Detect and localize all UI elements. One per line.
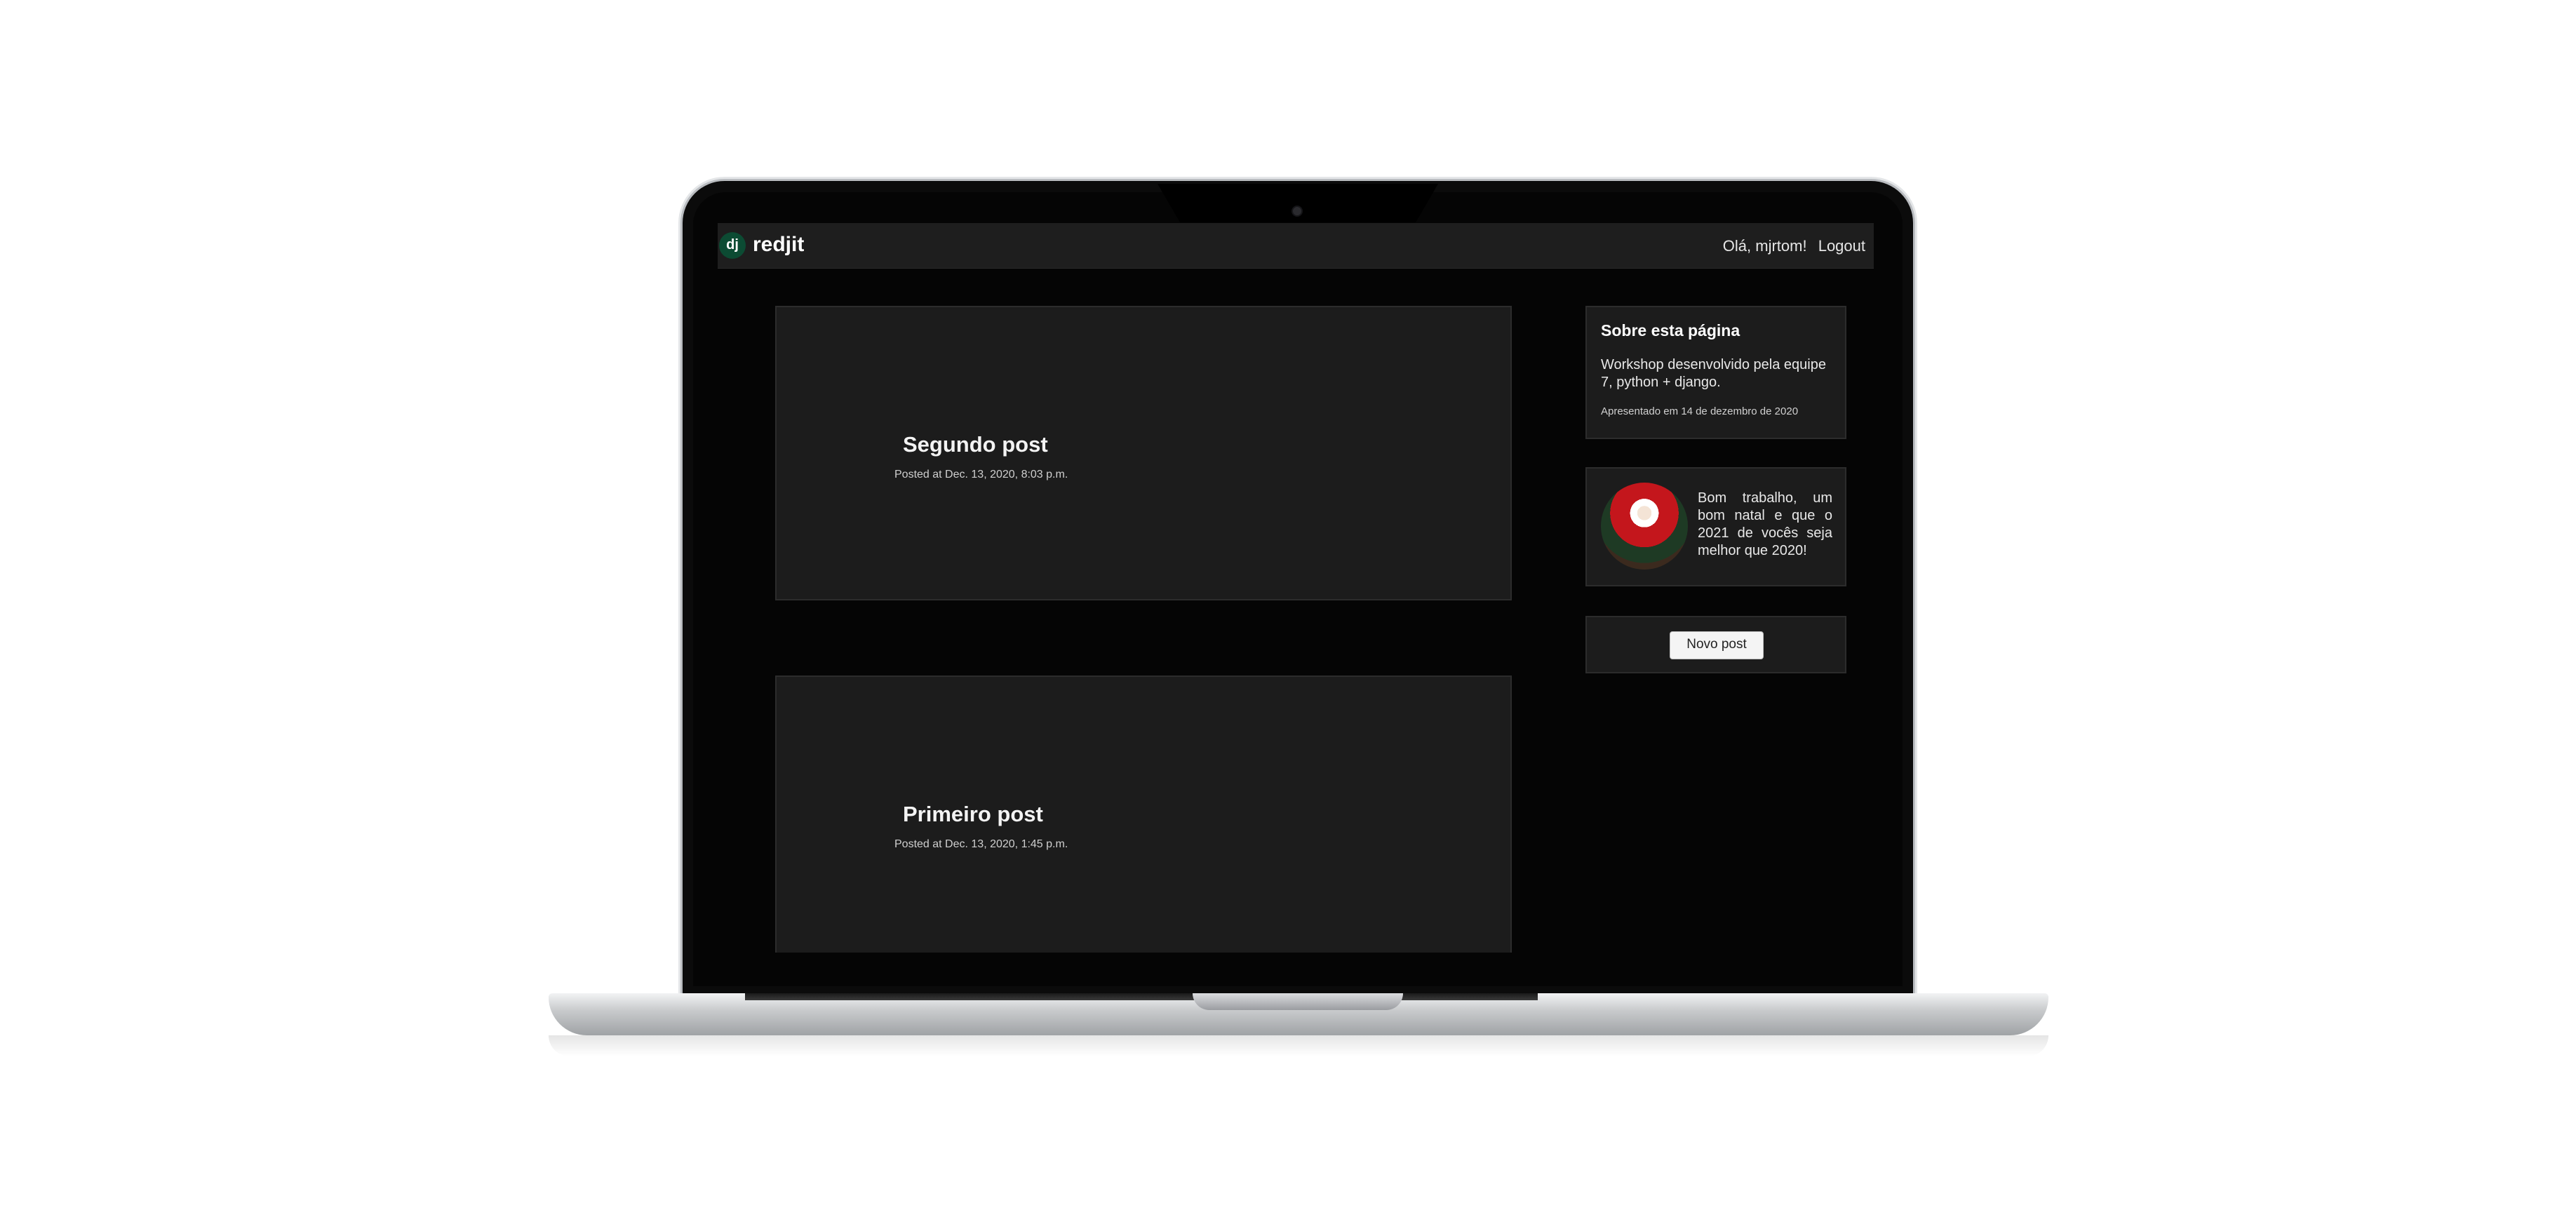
camera-notch — [1158, 184, 1438, 222]
post-timestamp: Posted at Dec. 13, 2020, 1:45 p.m. — [894, 838, 1068, 850]
greeting-text: Bom trabalho, um bom natal e que o 2021 … — [1698, 490, 1832, 558]
nav-user-area: Olá, mjrtom! Logout — [1716, 237, 1865, 255]
camera-icon — [1293, 207, 1301, 215]
user-greeting: Olá, mjrtom! — [1722, 237, 1807, 255]
about-card: Sobre esta página Workshop desenvolvido … — [1585, 306, 1846, 439]
about-title: Sobre esta página — [1601, 321, 1740, 339]
post-timestamp: Posted at Dec. 13, 2020, 8:03 p.m. — [894, 469, 1068, 480]
post-card[interactable]: Segundo post Posted at Dec. 13, 2020, 8:… — [775, 306, 1512, 600]
new-post-button[interactable]: Novo post — [1670, 631, 1764, 659]
django-logo-icon[interactable]: dj — [719, 232, 746, 259]
browser-screen: dj redjit Olá, mjrtom! Logout Segundo po… — [718, 223, 1874, 953]
laptop-shadow — [549, 1035, 2048, 1056]
greeting-card: Bom trabalho, um bom natal e que o 2021 … — [1585, 467, 1846, 586]
navbar: dj redjit Olá, mjrtom! Logout — [718, 223, 1874, 269]
about-date: Apresentado em 14 de dezembro de 2020 — [1601, 405, 1799, 417]
brand-name[interactable]: redjit — [753, 233, 804, 257]
santa-avatar-image — [1601, 483, 1688, 570]
laptop-hinge — [1193, 993, 1403, 1010]
new-post-card: Novo post — [1585, 616, 1846, 673]
about-text: Workshop desenvolvido pela equipe 7, pyt… — [1601, 357, 1826, 390]
post-title[interactable]: Segundo post — [903, 432, 1048, 457]
post-title[interactable]: Primeiro post — [903, 802, 1043, 827]
post-card[interactable]: Primeiro post Posted at Dec. 13, 2020, 1… — [775, 675, 1512, 953]
laptop-base-lip — [745, 993, 1538, 1000]
logout-link[interactable]: Logout — [1818, 237, 1865, 255]
